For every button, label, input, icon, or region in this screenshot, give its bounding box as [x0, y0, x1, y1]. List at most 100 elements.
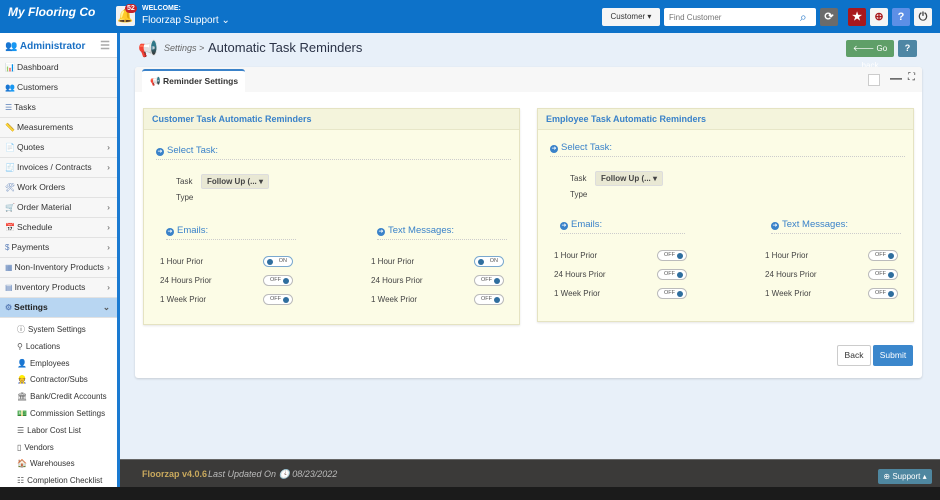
toggle-knob: [283, 278, 289, 284]
sidebar-subitem-contractor-subs[interactable]: 👷 Contractor/Subs: [0, 371, 117, 389]
task-type-dropdown[interactable]: Follow Up (... ▾: [595, 171, 664, 186]
power-icon[interactable]: ⏻: [914, 8, 932, 26]
sidebar-item-measurements[interactable]: 📏 Measurements: [0, 118, 117, 138]
sidebar-item-invoices-contracts[interactable]: 🧾 Invoices / Contracts ›: [0, 158, 117, 178]
emails-heading: ➜ Emails:: [166, 225, 296, 240]
task-label: Task: [176, 177, 193, 186]
brand-logo[interactable]: My Flooring Co: [8, 5, 95, 19]
sidebar-subitem-employees[interactable]: 👤 Employees: [0, 354, 117, 372]
reminder-label: 24 Hours Prior: [160, 276, 212, 285]
sidebar-subitem-completion-checklist[interactable]: ☷ Completion Checklist: [0, 472, 117, 487]
sidebar-subitem-locations[interactable]: ⚲ Locations: [0, 337, 117, 355]
submit-button[interactable]: Submit: [873, 345, 913, 366]
breadcrumb[interactable]: Settings >: [164, 43, 204, 53]
toggle-knob: [677, 253, 683, 259]
email-toggle[interactable]: OFF: [657, 288, 687, 299]
sidebar-item-inventory-products[interactable]: ▤ Inventory Products ›: [0, 278, 117, 298]
text-toggle[interactable]: OFF: [868, 250, 898, 261]
sidebar-item-settings[interactable]: ⚙ Settings ⌄: [0, 298, 117, 318]
text-toggle[interactable]: OFF: [868, 269, 898, 280]
vendor-icon: ▯: [17, 442, 22, 452]
refresh-icon[interactable]: ⟳: [820, 8, 838, 26]
sidebar-item-work-orders[interactable]: 🛠 Work Orders: [0, 178, 117, 198]
sidebar-item-label: Tasks: [14, 102, 36, 112]
email-toggle[interactable]: OFF: [263, 275, 293, 286]
task-label: Task: [570, 174, 587, 183]
chevron-right-icon: ›: [107, 282, 110, 292]
find-customer-input[interactable]: [664, 8, 816, 26]
menu-icon[interactable]: ☰: [100, 39, 110, 52]
sidebar-subitem-label: System Settings: [28, 325, 86, 334]
sidebar-item-payments[interactable]: $ Payments ›: [0, 238, 117, 258]
sidebar-subitem-label: Locations: [25, 341, 61, 351]
sidebar-subitem-labor-cost-list[interactable]: ☰ Labor Cost List: [0, 421, 117, 439]
chevron-right-icon: ›: [107, 262, 110, 272]
sidebar-subitem-vendors[interactable]: ▯ Vendors: [0, 438, 117, 456]
sidebar-item-dashboard[interactable]: 📊 Dashboard: [0, 58, 117, 78]
sidebar-item-customers[interactable]: 👥 Customers: [0, 78, 117, 98]
email-toggle[interactable]: OFF: [657, 250, 687, 261]
reminder-label: 1 Hour Prior: [765, 251, 809, 260]
panel-checkbox[interactable]: [868, 74, 880, 86]
user-menu[interactable]: Floorzap Support ⌄: [142, 15, 230, 26]
tab-reminder-settings[interactable]: 📢 Reminder Settings: [142, 69, 245, 92]
go-back-button[interactable]: 🡐 Go back: [846, 40, 894, 70]
sidebar-item-non-inventory-products[interactable]: ▦ Non-Inventory Products ›: [0, 258, 117, 278]
sidebar-subitem-label: Warehouses: [29, 459, 75, 469]
minimize-icon[interactable]: —: [890, 71, 902, 85]
invoice-icon: 🧾: [5, 163, 15, 172]
reminder-panel: 📢 Reminder Settings — ⛶ Customer Task Au…: [135, 67, 922, 378]
arrow-circle-icon: ➜: [550, 145, 558, 153]
search-icon[interactable]: ⌕: [800, 8, 807, 26]
sidebar-item-quotes[interactable]: 📄 Quotes ›: [0, 138, 117, 158]
arrow-circle-icon: ➜: [156, 148, 164, 156]
sidebar-subitem-label: Contractor/Subs: [29, 375, 88, 385]
chart-icon: 📊: [5, 63, 15, 72]
sidebar-subitem-warehouses[interactable]: 🏠 Warehouses: [0, 455, 117, 473]
task-type-dropdown[interactable]: Follow Up (... ▾: [201, 174, 270, 189]
employee-reminders-card: Employee Task Automatic Reminders ➜ Selec…: [537, 108, 914, 322]
text-toggle[interactable]: OFF: [868, 288, 898, 299]
sidebar-item-label: Order Material: [16, 202, 72, 212]
notification-badge: 52: [125, 4, 137, 13]
sidebar: 👥 Administrator ☰ 📊 Dashboard 👥 Customers ☰ Ta…: [0, 33, 117, 487]
page-help-button[interactable]: ?: [898, 40, 917, 57]
star-icon[interactable]: ★: [848, 8, 866, 26]
sidebar-item-tasks[interactable]: ☰ Tasks: [0, 98, 117, 118]
email-toggle[interactable]: OFF: [657, 269, 687, 280]
email-toggle[interactable]: OFF: [263, 294, 293, 305]
sidebar-item-label: Non-Inventory Products: [14, 262, 104, 272]
toggle-knob: [888, 291, 894, 297]
text-toggle[interactable]: ON: [474, 256, 504, 267]
chevron-down-icon: ⌄: [102, 302, 110, 312]
help-icon[interactable]: ?: [892, 8, 910, 26]
customer-type-dropdown[interactable]: Customer ▾: [602, 8, 660, 26]
toggle-knob: [677, 272, 683, 278]
sidebar-subitem-system-settings[interactable]: ⓘ System Settings: [0, 321, 117, 338]
fullscreen-icon[interactable]: ⛶: [908, 72, 915, 83]
support-button[interactable]: ⊕ Support ▴: [878, 469, 932, 484]
list-icon: ☰: [17, 425, 25, 435]
last-updated: Last Updated On 🕓 08/23/2022: [208, 469, 338, 479]
card-title: Customer Task Automatic Reminders: [144, 109, 519, 130]
calendar-icon: 📅: [5, 223, 15, 232]
email-toggle[interactable]: ON: [263, 256, 293, 267]
lifebuoy-icon[interactable]: ⊕: [870, 8, 888, 26]
customer-reminders-card: Customer Task Automatic Reminders ➜ Selec…: [143, 108, 520, 325]
toggle-knob: [478, 259, 484, 265]
text-toggle[interactable]: OFF: [474, 275, 504, 286]
arrow-circle-icon: ➜: [771, 222, 779, 230]
select-task-heading: ➜ Select Task:: [550, 142, 905, 157]
sidebar-subitem-bank-credit-accounts[interactable]: 🏛 Bank/Credit Accounts: [0, 388, 117, 406]
sidebar-subitem-commission-settings[interactable]: 💵 Commission Settings: [0, 405, 117, 422]
reminder-label: 24 Hours Prior: [554, 270, 606, 279]
file-icon: 📄: [5, 143, 15, 152]
back-button[interactable]: Back: [837, 345, 871, 366]
text-toggle[interactable]: OFF: [474, 294, 504, 305]
version-label: Floorzap v4.0.6: [142, 469, 208, 479]
info-icon: ⓘ: [17, 325, 25, 334]
sidebar-item-schedule[interactable]: 📅 Schedule ›: [0, 218, 117, 238]
sidebar-item-order-material[interactable]: 🛒 Order Material ›: [0, 198, 117, 218]
type-label: Type: [176, 193, 194, 202]
reminder-label: 1 Week Prior: [371, 295, 418, 304]
